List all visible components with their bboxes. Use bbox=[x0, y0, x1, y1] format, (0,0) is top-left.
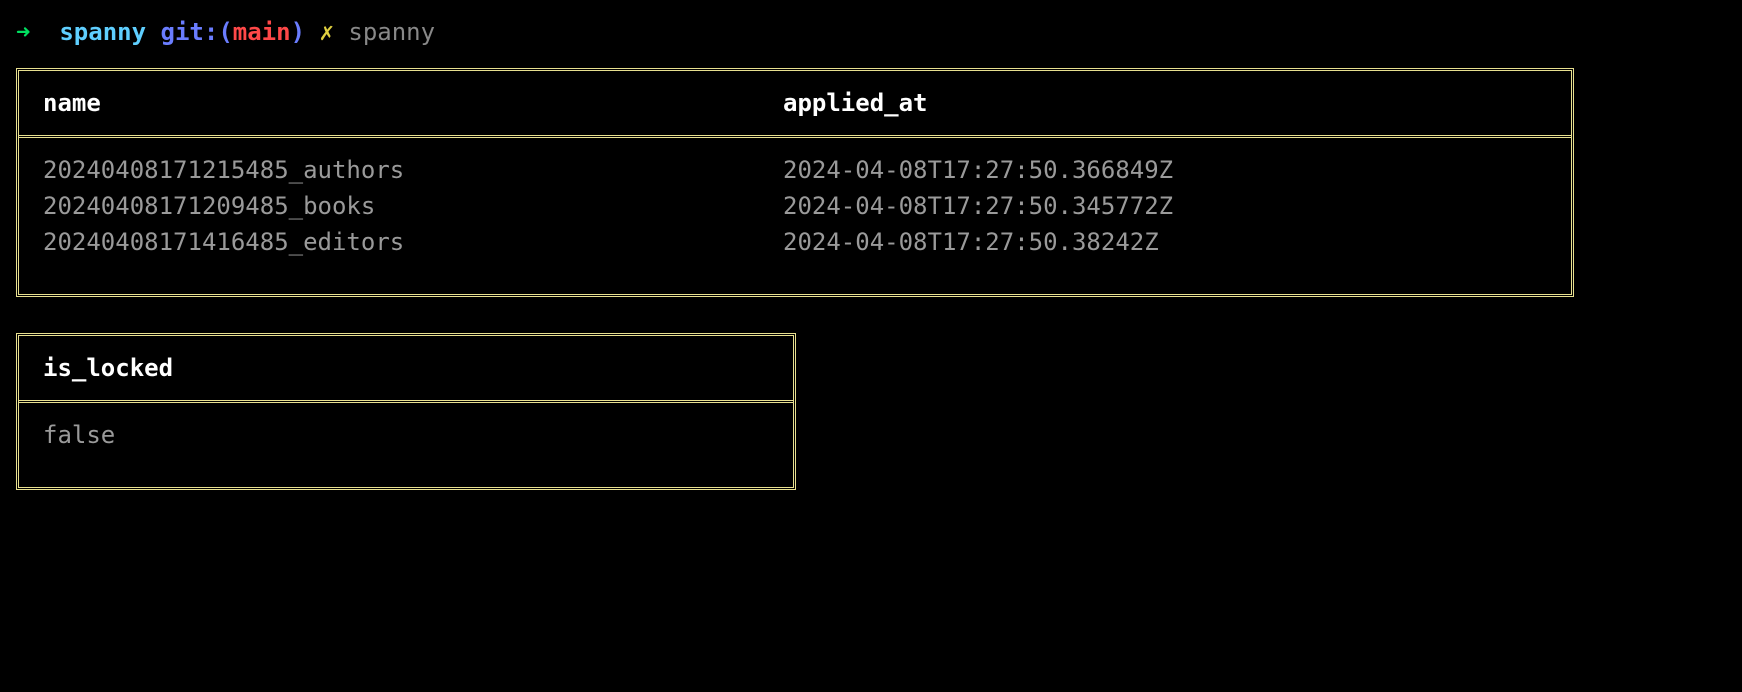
cell-name: 20240408171209485_books bbox=[43, 188, 783, 224]
shell-prompt[interactable]: ➜ spanny git:(main) ✗ spanny bbox=[16, 14, 1726, 50]
prompt-command: spanny bbox=[348, 18, 435, 46]
cell-applied-at: 2024-04-08T17:27:50.345772Z bbox=[783, 188, 1547, 224]
prompt-git-branch: main bbox=[233, 18, 291, 46]
table-row: 20240408171416485_editors 2024-04-08T17:… bbox=[43, 224, 1547, 260]
prompt-git-close: ) bbox=[291, 18, 305, 46]
cell-applied-at: 2024-04-08T17:27:50.366849Z bbox=[783, 152, 1547, 188]
column-header-name: name bbox=[43, 85, 783, 121]
migrations-table-body: 20240408171215485_authors 2024-04-08T17:… bbox=[19, 138, 1571, 294]
table-row: 20240408171209485_books 2024-04-08T17:27… bbox=[43, 188, 1547, 224]
lock-table-body: false bbox=[19, 403, 793, 487]
prompt-git-label: git:( bbox=[161, 18, 233, 46]
prompt-cwd: spanny bbox=[59, 18, 146, 46]
table-row: 20240408171215485_authors 2024-04-08T17:… bbox=[43, 152, 1547, 188]
cell-applied-at: 2024-04-08T17:27:50.38242Z bbox=[783, 224, 1547, 260]
lock-table: is_locked false bbox=[16, 333, 796, 490]
prompt-arrow-icon: ➜ bbox=[16, 18, 30, 46]
table-row: false bbox=[43, 417, 769, 453]
column-header-applied-at: applied_at bbox=[783, 85, 1547, 121]
cell-name: 20240408171416485_editors bbox=[43, 224, 783, 260]
migrations-table-header: name applied_at bbox=[19, 71, 1571, 138]
migrations-table: name applied_at 20240408171215485_author… bbox=[16, 68, 1574, 297]
prompt-dirty-icon: ✗ bbox=[319, 18, 333, 46]
cell-name: 20240408171215485_authors bbox=[43, 152, 783, 188]
column-header-is-locked: is_locked bbox=[43, 350, 769, 386]
lock-table-header: is_locked bbox=[19, 336, 793, 403]
cell-is-locked: false bbox=[43, 417, 769, 453]
